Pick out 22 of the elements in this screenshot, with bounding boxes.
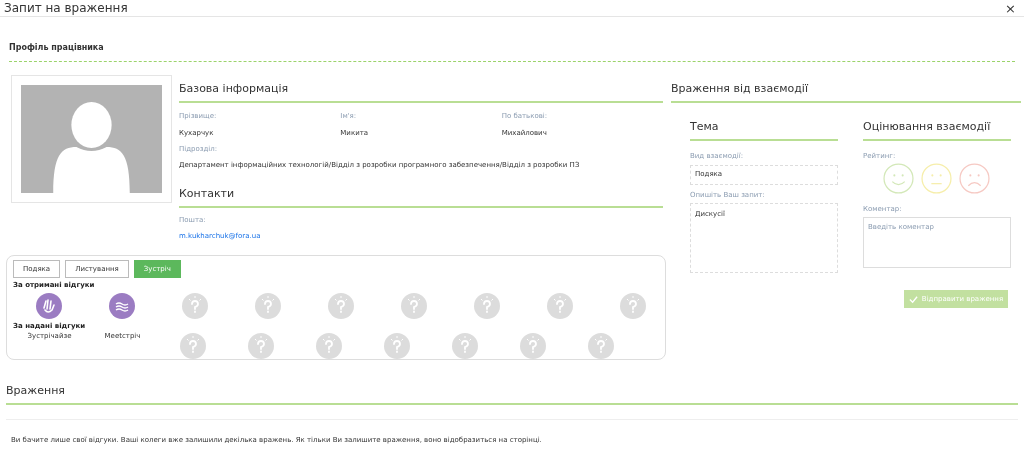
- section-heading: Враження: [6, 384, 65, 397]
- window-title: Запит на враження: [4, 0, 128, 17]
- question-badge-icon: [254, 292, 281, 319]
- waves-icon: [108, 292, 135, 319]
- question-badge-icon: [181, 292, 208, 319]
- sad-face-icon[interactable]: [959, 162, 990, 194]
- section-heading: Базова інформація: [179, 82, 289, 95]
- question-badge-icon: [619, 292, 646, 319]
- happy-face-icon[interactable]: [883, 162, 914, 194]
- question-badge-icon: [400, 292, 427, 319]
- section-heading: Оцінювання взаємодії: [863, 120, 991, 133]
- neutral-face-icon[interactable]: [921, 162, 952, 194]
- section-title: Профіль працівника: [9, 43, 104, 52]
- question-badge-icon: [546, 292, 573, 319]
- section-heading: Тема: [690, 120, 719, 133]
- question-badge-icon: [473, 292, 500, 319]
- clapping-hands-icon: [35, 292, 62, 319]
- checkmark-icon: [908, 294, 918, 304]
- section-heading: Контакти: [179, 187, 235, 200]
- close-button[interactable]: ×: [1001, 1, 1020, 15]
- section-heading: Враження від взаємодії: [671, 82, 808, 95]
- question-badge-icon: [327, 292, 354, 319]
